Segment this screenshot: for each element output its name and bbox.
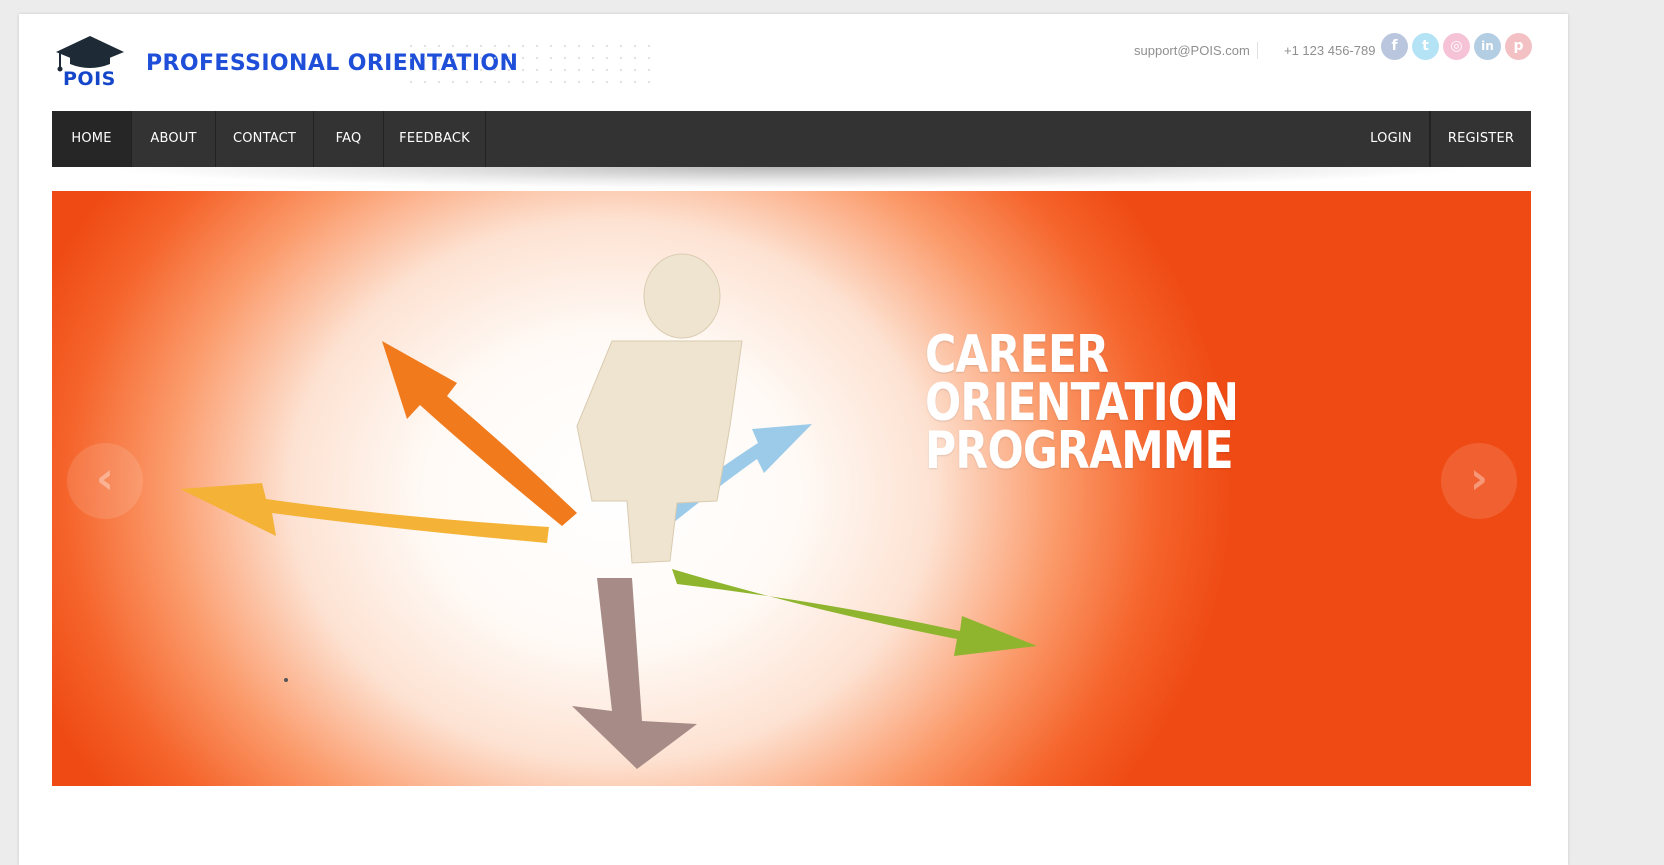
- dribbble-glyph: ◎: [1450, 38, 1463, 54]
- slide-headline: CAREER ORIENTATION PROGRAMME: [925, 325, 1269, 481]
- hero-slider[interactable]: ‹ › CAREER ORIENTATION PROGRAMME: [52, 191, 1531, 786]
- nav-login[interactable]: LOGIN: [1353, 111, 1430, 167]
- facebook-glyph: f: [1391, 38, 1398, 54]
- contact-divider: [1257, 42, 1258, 59]
- pinterest-glyph: p: [1513, 38, 1524, 54]
- slide-headline-line-1: CAREER: [925, 325, 1109, 385]
- main-navigation: HOME ABOUT CONTACT FAQ FEEDBACK LOGIN RE…: [52, 111, 1531, 167]
- pinterest-icon[interactable]: p: [1505, 33, 1532, 60]
- nav-feedback[interactable]: FEEDBACK: [384, 111, 486, 167]
- twitter-icon[interactable]: t: [1412, 33, 1439, 60]
- slide-headline-line-2: ORIENTATION: [925, 373, 1239, 433]
- support-email-link[interactable]: support@POIS.com: [1134, 43, 1250, 58]
- decorative-dot-pattern: [404, 40, 654, 90]
- page-container: POIS PROFESSIONAL ORIENTATION support@PO…: [19, 14, 1568, 865]
- slide-headline-line-3: PROGRAMME: [925, 421, 1234, 481]
- chevron-right-icon: ›: [1469, 453, 1489, 504]
- nav-home[interactable]: HOME: [52, 111, 132, 167]
- nav-shadow: [99, 167, 1479, 189]
- linkedin-icon[interactable]: in: [1474, 33, 1501, 60]
- career-paths-illustration: [180, 253, 1037, 769]
- twitter-glyph: t: [1422, 38, 1429, 54]
- dribbble-icon[interactable]: ◎: [1443, 33, 1470, 60]
- nav-contact[interactable]: CONTACT: [216, 111, 314, 167]
- site-logo[interactable]: POIS: [54, 34, 126, 90]
- facebook-icon[interactable]: f: [1381, 33, 1408, 60]
- nav-register[interactable]: REGISTER: [1430, 111, 1531, 167]
- slider-prev-button[interactable]: ‹: [67, 443, 143, 519]
- linkedin-glyph: in: [1481, 39, 1494, 53]
- chevron-left-icon: ‹: [95, 453, 115, 504]
- phone-number: +1 123 456-789: [1284, 43, 1376, 58]
- logo-text: POIS: [63, 68, 116, 90]
- nav-faq[interactable]: FAQ: [314, 111, 384, 167]
- slider-next-button[interactable]: ›: [1441, 443, 1517, 519]
- nav-about[interactable]: ABOUT: [132, 111, 216, 167]
